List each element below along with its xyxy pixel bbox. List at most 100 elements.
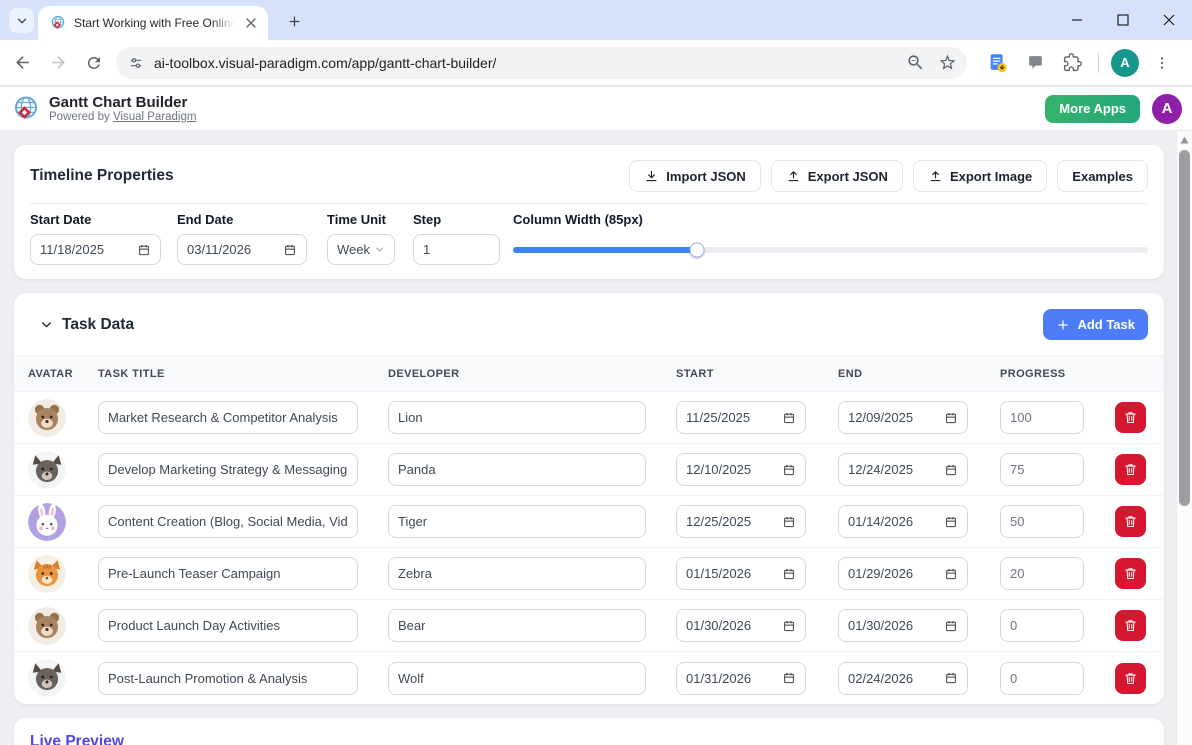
user-avatar[interactable]: A [1152,94,1182,124]
window-close-button[interactable] [1146,0,1192,40]
comments-icon[interactable] [1021,49,1049,77]
calendar-icon [782,515,796,529]
task-title-input[interactable]: Pre-Launch Teaser Campaign [98,557,358,590]
start-date-input[interactable]: 01/15/2026 [676,557,806,590]
delete-task-button[interactable] [1115,402,1146,433]
developer-input[interactable]: Zebra [388,557,646,590]
task-title-input[interactable]: Post-Launch Promotion & Analysis [98,662,358,695]
developer-input[interactable]: Wolf [388,662,646,695]
tab-title: Start Working with Free Online [74,16,234,30]
site-info-icon[interactable] [128,55,144,71]
time-unit-select[interactable]: Week [327,234,395,265]
end-date-input[interactable]: 12/09/2025 [838,401,968,434]
progress-input[interactable]: 100 [1000,401,1084,434]
calendar-icon [944,567,958,581]
calendar-icon [944,619,958,633]
avatar [28,555,66,593]
tab-close-icon[interactable] [242,14,260,32]
task-title-input[interactable]: Product Launch Day Activities [98,609,358,642]
address-bar[interactable]: ai-toolbox.visual-paradigm.com/app/gantt… [116,47,967,79]
scrollbar-up-arrow-icon[interactable] [1180,136,1189,144]
end-date-input[interactable]: 01/29/2026 [838,557,968,590]
app-logo-icon [12,95,40,123]
tab-search-button[interactable] [9,8,34,33]
developer-input[interactable]: Tiger [388,505,646,538]
developer-input[interactable]: Lion [388,401,646,434]
browser-menu-button[interactable] [1148,49,1176,77]
bookmark-star-icon[interactable] [938,53,957,72]
page-content: Timeline Properties Import JSON Export J… [0,131,1176,745]
scrollbar-thumb[interactable] [1179,150,1190,506]
developer-input[interactable]: Bear [388,609,646,642]
column-header-progress: PROGRESS [1000,368,1115,380]
table-row: Content Creation (Blog, Social Media, Vi… [14,496,1164,548]
start-date-input[interactable]: 12/10/2025 [676,453,806,486]
task-title-input[interactable]: Develop Marketing Strategy & Messaging [98,453,358,486]
task-title-input[interactable]: Content Creation (Blog, Social Media, Vi… [98,505,358,538]
delete-task-button[interactable] [1115,663,1146,694]
calendar-icon [944,411,958,425]
task-title-input[interactable]: Market Research & Competitor Analysis [98,401,358,434]
column-width-thumb[interactable] [690,242,705,257]
task-data-collapse-toggle[interactable]: Task Data [40,316,134,334]
delete-task-button[interactable] [1115,558,1146,589]
column-width-slider[interactable] [513,247,1148,253]
start-date-input[interactable]: 01/30/2026 [676,609,806,642]
browser-tab[interactable]: Start Working with Free Online [38,6,268,40]
progress-input[interactable]: 75 [1000,453,1084,486]
timeline-start-date-input[interactable]: 11/18/2025 [30,234,161,265]
divider [30,203,1148,204]
end-date-input[interactable]: 01/14/2026 [838,505,968,538]
start-date-input[interactable]: 12/25/2025 [676,505,806,538]
progress-input[interactable]: 20 [1000,557,1084,590]
browser-profile-avatar[interactable]: A [1111,49,1139,77]
import-json-button[interactable]: Import JSON [629,160,760,192]
plus-icon [287,14,302,29]
examples-button[interactable]: Examples [1057,160,1148,192]
minimize-icon [1071,14,1083,26]
column-width-fill [513,247,697,253]
docs-offline-icon[interactable] [984,49,1012,77]
export-json-button[interactable]: Export JSON [771,160,903,192]
reload-button[interactable] [80,49,108,77]
column-header-avatar: AVATAR [28,368,98,380]
end-date-input[interactable]: 02/24/2026 [838,662,968,695]
timeline-end-date-input[interactable]: 03/11/2026 [177,234,307,265]
end-date-label: End Date [177,212,307,227]
avatar [28,399,66,437]
extensions-icon[interactable] [1058,49,1086,77]
export-image-button[interactable]: Export Image [913,160,1047,192]
avatar [28,607,66,645]
avatar [28,659,66,697]
delete-task-button[interactable] [1115,610,1146,641]
delete-task-button[interactable] [1115,506,1146,537]
window-maximize-button[interactable] [1100,0,1146,40]
zoom-out-icon[interactable] [906,53,925,72]
more-apps-button[interactable]: More Apps [1045,95,1140,123]
column-header-task-title: TASK TITLE [98,368,388,380]
progress-input[interactable]: 50 [1000,505,1084,538]
maximize-icon [1117,14,1129,26]
url-text: ai-toolbox.visual-paradigm.com/app/gantt… [154,55,496,71]
end-date-input[interactable]: 12/24/2025 [838,453,968,486]
progress-input[interactable]: 0 [1000,662,1084,695]
visual-paradigm-link[interactable]: Visual Paradigm [113,111,197,123]
forward-button[interactable] [44,49,72,77]
delete-task-button[interactable] [1115,454,1146,485]
developer-input[interactable]: Panda [388,453,646,486]
back-button[interactable] [8,49,36,77]
table-row: Develop Marketing Strategy & Messaging P… [14,444,1164,496]
start-date-label: Start Date [30,212,161,227]
calendar-icon [782,567,796,581]
progress-input[interactable]: 0 [1000,609,1084,642]
new-tab-button[interactable] [282,9,306,33]
step-input[interactable]: 1 [413,234,500,265]
window-minimize-button[interactable] [1054,0,1100,40]
calendar-icon [782,463,796,477]
page-scrollbar[interactable] [1176,131,1192,745]
start-date-input[interactable]: 11/25/2025 [676,401,806,434]
app-title: Gantt Chart Builder [49,94,196,111]
add-task-button[interactable]: Add Task [1043,309,1148,340]
end-date-input[interactable]: 01/30/2026 [838,609,968,642]
start-date-input[interactable]: 01/31/2026 [676,662,806,695]
